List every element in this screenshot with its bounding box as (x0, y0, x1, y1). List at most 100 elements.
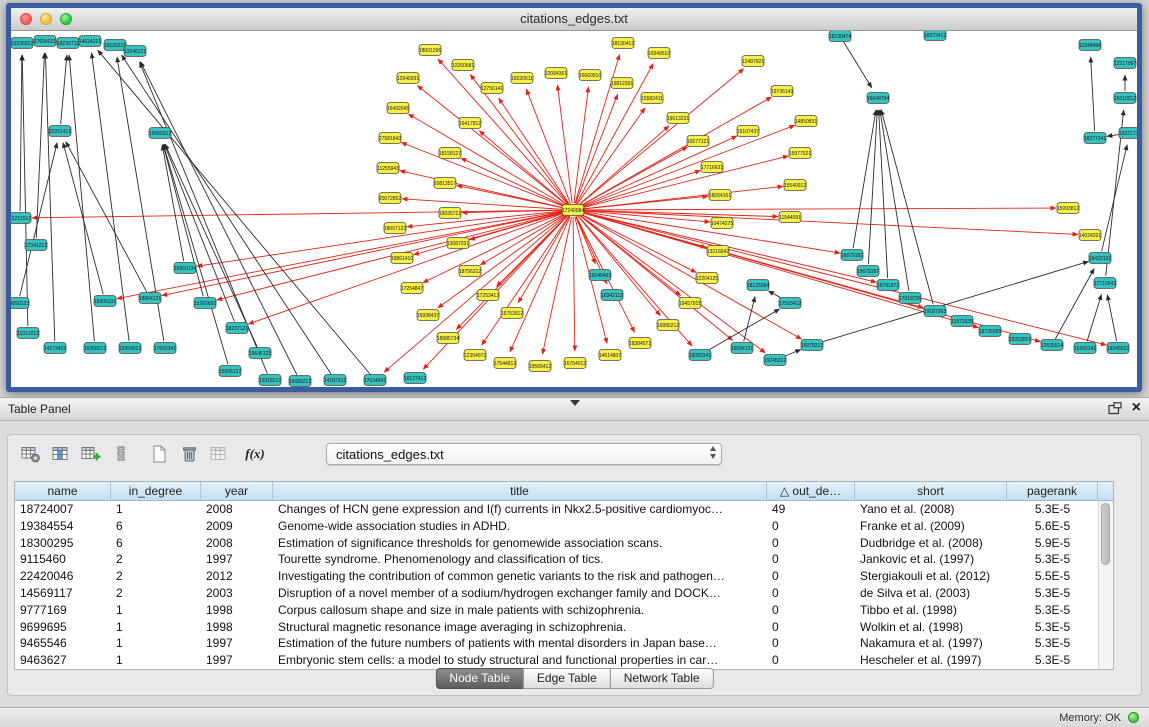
graph-node[interactable]: 16689212 (289, 376, 311, 387)
graph-node[interactable]: 16355142 (1074, 343, 1096, 354)
graph-node[interactable]: 18130412 (612, 38, 634, 49)
graph-node[interactable]: 18130474 (829, 31, 851, 42)
graph-node[interactable]: 14034221 (79, 36, 101, 47)
tab-network-table[interactable]: Network Table (610, 668, 714, 689)
graph-node[interactable]: 16949510 (648, 48, 670, 59)
column-header-pagerank[interactable]: pagerank (1007, 482, 1098, 501)
graph-node[interactable]: 19245012 (764, 355, 786, 366)
network-canvas[interactable]: 17240984 18001296 12940291 16492045 27581843… (11, 31, 1137, 387)
graph-node[interactable]: 18052341 (689, 350, 711, 361)
graph-node[interactable]: 14614807 (599, 350, 621, 361)
graph-node[interactable]: 15977521 (789, 148, 811, 159)
table-mode-icon[interactable] (18, 442, 44, 466)
graph-node[interactable]: 12248121 (124, 46, 146, 57)
graph-node[interactable]: 19736143 (771, 86, 793, 97)
float-panel-icon[interactable] (1108, 402, 1122, 415)
tab-node-table[interactable]: Node Table (435, 668, 524, 689)
add-column-icon[interactable] (78, 442, 104, 466)
graph-node[interactable]: 15993812 (1057, 203, 1079, 214)
table-row[interactable]: 946554611997Estimation of the future num… (15, 635, 1098, 652)
graph-node[interactable]: 16492045 (387, 103, 409, 114)
graph-node[interactable]: 19245022 (1107, 343, 1129, 354)
graph-node[interactable]: 16432191 (1089, 253, 1111, 264)
graph-node[interactable]: 16094121 (731, 343, 753, 354)
graph-node[interactable]: 20072852 (379, 193, 401, 204)
column-header-title[interactable]: title (273, 482, 767, 501)
graph-node[interactable]: 16753912 (501, 308, 523, 319)
graph-node[interactable]: 11544091 (779, 212, 801, 223)
show-columns-icon[interactable] (48, 442, 74, 466)
graph-node[interactable]: 18964121 (139, 293, 161, 304)
graph-node[interactable]: 12940291 (397, 73, 419, 84)
graph-node[interactable]: 16886212 (657, 320, 679, 331)
graph-node[interactable]: 19127412 (404, 373, 426, 384)
graph-node[interactable]: 22084361 (545, 68, 567, 79)
graph-node[interactable]: 12954012 (119, 343, 141, 354)
graph-node[interactable]: 17918726 (899, 293, 921, 304)
graph-node[interactable]: 19812391 (611, 78, 633, 89)
graph-node[interactable]: 16973412 (924, 31, 946, 41)
graph-node[interactable]: 11872635 (951, 316, 973, 327)
graph-node[interactable]: 19679187 (857, 266, 879, 277)
scrollbar-thumb[interactable] (1101, 503, 1110, 565)
graph-node[interactable]: 19861410 (391, 253, 413, 264)
graph-node[interactable]: 16938437 (417, 310, 439, 321)
graph-node[interactable]: 17694021 (34, 36, 56, 47)
graph-node[interactable]: 11548498 (1079, 40, 1101, 51)
graph-node[interactable]: 11255943 (377, 163, 399, 174)
graph-node[interactable]: 16978212 (801, 340, 823, 351)
table-row[interactable]: 969969511998Structural magnetic resonanc… (15, 619, 1098, 636)
column-header-name[interactable]: name (15, 482, 111, 501)
graph-node[interactable]: 18125394 (747, 280, 769, 291)
graph-node[interactable]: 16791872 (877, 280, 899, 291)
graph-node[interactable]: 18277341 (1084, 133, 1106, 144)
column-header-year[interactable]: year (201, 482, 273, 501)
graph-node[interactable]: 16648794 (867, 93, 889, 104)
graph-node[interactable]: 19145493 (589, 270, 611, 281)
panel-collapse-handle[interactable] (570, 400, 580, 406)
graph-node[interactable]: 18064161 (709, 190, 731, 201)
graph-node[interactable]: 15260650 (194, 298, 216, 309)
graph-node[interactable]: 27581843 (379, 133, 401, 144)
graph-node[interactable]: 17634941 (364, 375, 386, 386)
graph-node[interactable]: 18237121 (226, 323, 248, 334)
graph-node[interactable]: 18220611 (511, 73, 533, 84)
graph-node[interactable]: 18756312 (459, 266, 481, 277)
column-header-out_degree[interactable]: △ out_de… (767, 482, 855, 501)
row-list-icon[interactable] (108, 442, 134, 466)
graph-node[interactable]: 16950134 (174, 263, 196, 274)
graph-node[interactable]: 17240984 (562, 205, 584, 216)
graph-node[interactable]: 18236711 (57, 38, 79, 49)
graph-node[interactable]: 12354072 (464, 350, 486, 361)
column-header-short[interactable]: short (855, 482, 1007, 501)
graph-node[interactable]: 19035721 (439, 208, 461, 219)
table-row[interactable]: 1938455462009Genome-wide association stu… (15, 518, 1098, 535)
table-row[interactable]: 946362711997Embryonic stem cells: a mode… (15, 652, 1098, 669)
graph-node[interactable]: 16107437 (737, 126, 759, 137)
graph-node[interactable]: 19565412 (529, 361, 551, 372)
table-row[interactable]: 2242004622012Investigating the contribut… (15, 568, 1098, 585)
memory-status-indicator[interactable] (1128, 712, 1139, 723)
graph-node[interactable]: 18726355 (979, 326, 1001, 337)
table-row[interactable]: 977716911998Corpus callosum shape and si… (15, 602, 1098, 619)
graph-node[interactable]: 17254847 (401, 283, 423, 294)
graph-node[interactable]: 17692341 (154, 343, 176, 354)
graph-node[interactable]: 18001296 (419, 45, 441, 56)
table-row[interactable]: 911546021997Tourette syndrome. Phenomeno… (15, 551, 1098, 568)
graph-node[interactable]: 19613231 (667, 113, 689, 124)
graph-node[interactable]: 15582411 (641, 93, 663, 104)
graph-node[interactable]: 16550312 (149, 128, 171, 139)
graph-node[interactable]: 12635514 (1041, 340, 1063, 351)
graph-node[interactable]: 17593412 (779, 298, 801, 309)
graph-node[interactable]: 16754012 (564, 358, 586, 369)
import-table-icon[interactable] (206, 442, 232, 466)
graph-node[interactable]: 19457915 (679, 298, 701, 309)
table-row[interactable]: 1830029562008Estimation of significance … (15, 535, 1098, 552)
graph-node[interactable]: 12260581 (452, 60, 474, 71)
graph-node[interactable]: 14187512 (324, 375, 346, 386)
graph-node[interactable]: 11013212 (17, 328, 39, 339)
graph-node[interactable]: 19221731 (1119, 128, 1137, 139)
graph-node[interactable]: 16417812 (459, 118, 481, 129)
graph-node[interactable]: 12204125 (696, 273, 718, 284)
network-table-selector[interactable]: citations_edges.txt (326, 443, 722, 465)
